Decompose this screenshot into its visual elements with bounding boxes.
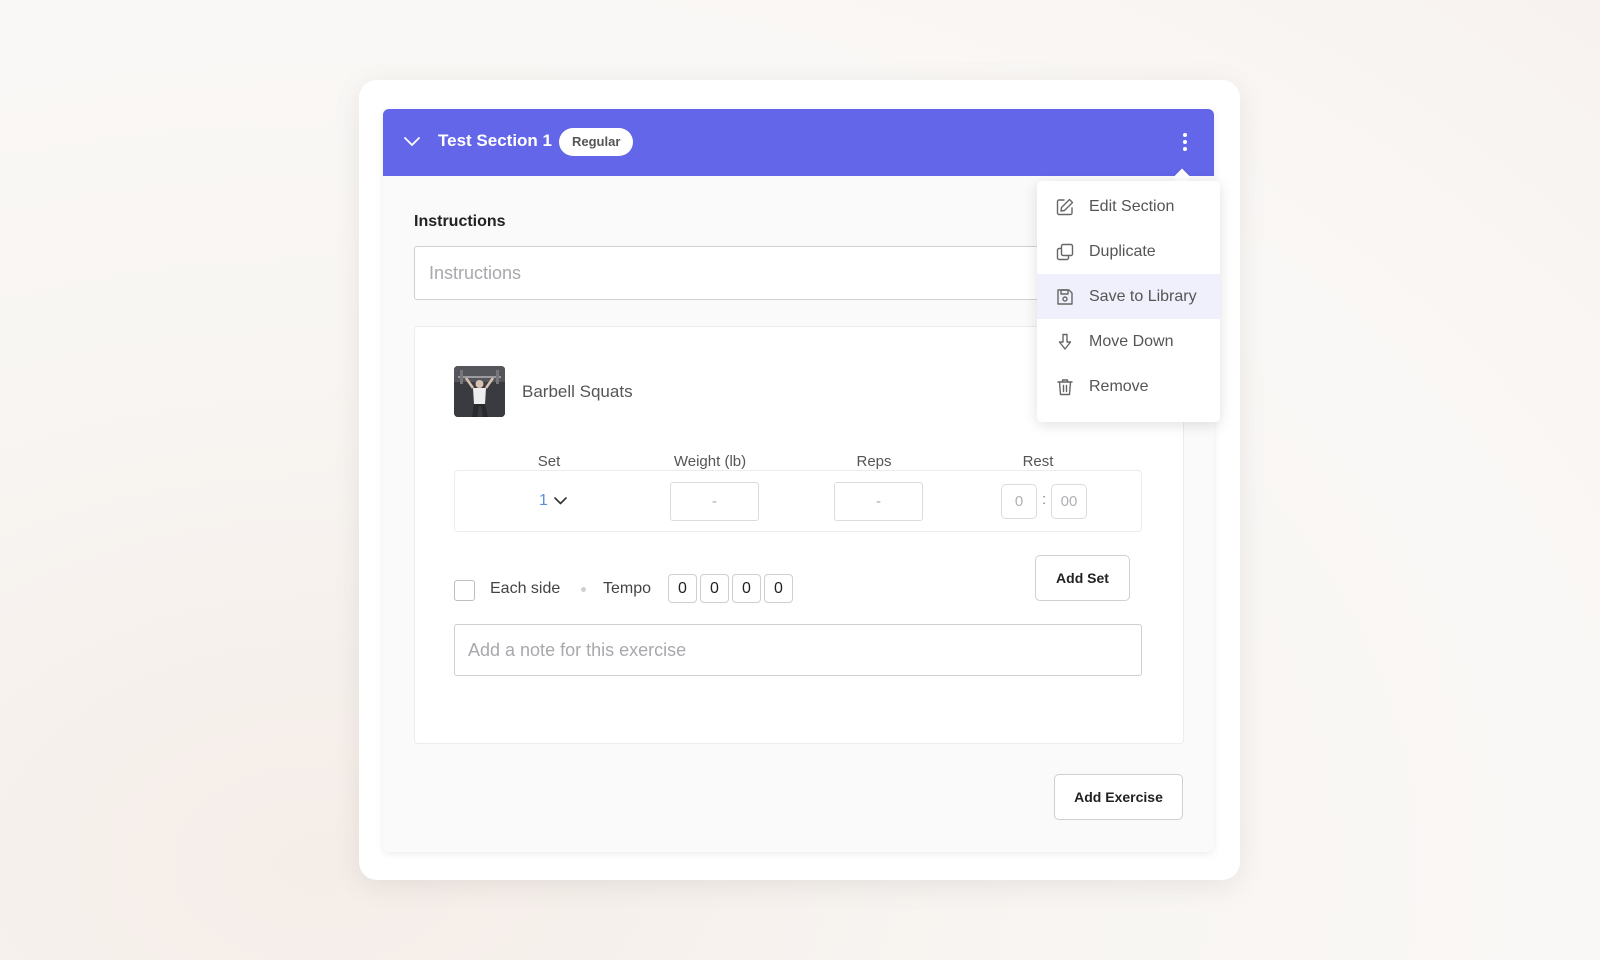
menu-item-duplicate[interactable]: Duplicate <box>1037 229 1220 274</box>
menu-item-label: Save to Library <box>1089 287 1197 305</box>
section-header: Test Section 1 Regular <box>383 109 1214 176</box>
menu-item-label: Remove <box>1089 377 1149 395</box>
more-options-button[interactable] <box>1174 127 1196 157</box>
menu-item-label: Duplicate <box>1089 242 1156 260</box>
instructions-label: Instructions <box>414 213 506 230</box>
menu-item-move-down[interactable]: Move Down <box>1037 319 1220 364</box>
add-set-button[interactable]: Add Set <box>1035 555 1130 601</box>
more-vertical-icon <box>1183 133 1187 137</box>
tempo-input-1[interactable]: 0 <box>668 574 697 603</box>
exercise-name: Barbell Squats <box>522 382 633 401</box>
col-header-rest: Rest <box>1022 453 1054 470</box>
exercise-note-input[interactable] <box>454 624 1142 676</box>
menu-item-label: Edit Section <box>1089 197 1175 215</box>
menu-item-remove[interactable]: Remove <box>1037 364 1220 409</box>
duplicate-icon <box>1055 242 1075 262</box>
section-type-badge: Regular <box>559 128 634 156</box>
set-row: 1 - - 0 : 00 <box>454 470 1142 532</box>
chevron-down-icon <box>554 497 567 505</box>
exercise-thumbnail <box>454 366 505 417</box>
col-header-set: Set <box>537 453 561 470</box>
menu-item-save-to-library[interactable]: Save to Library <box>1037 274 1220 319</box>
chevron-down-icon <box>404 137 420 146</box>
weight-input[interactable]: - <box>670 482 759 521</box>
edit-icon <box>1055 197 1075 217</box>
each-side-label: Each side <box>490 580 561 597</box>
col-header-reps: Reps <box>856 453 892 470</box>
tempo-input-2[interactable]: 0 <box>700 574 729 603</box>
tempo-input-3[interactable]: 0 <box>732 574 761 603</box>
rest-minutes-input[interactable]: 0 <box>1001 484 1037 519</box>
col-header-weight: Weight (lb) <box>673 453 747 470</box>
dot-separator <box>581 587 586 592</box>
tempo-label: Tempo <box>603 580 652 597</box>
rest-separator: : <box>1042 491 1047 508</box>
collapse-toggle[interactable] <box>401 131 423 153</box>
section-title: Test Section 1 <box>438 131 552 150</box>
rest-seconds-input[interactable]: 00 <box>1051 484 1087 519</box>
menu-item-label: Move Down <box>1089 332 1174 350</box>
set-number-select[interactable]: 1 <box>539 492 567 510</box>
save-icon <box>1055 287 1075 307</box>
trash-icon <box>1055 377 1075 397</box>
add-exercise-button[interactable]: Add Exercise <box>1054 774 1183 820</box>
menu-item-edit-section[interactable]: Edit Section <box>1037 184 1220 229</box>
each-side-checkbox[interactable] <box>454 580 475 601</box>
tempo-input-4[interactable]: 0 <box>764 574 793 603</box>
reps-input[interactable]: - <box>834 482 923 521</box>
section-options-menu: Edit Section Duplicate Save to Library M… <box>1037 181 1220 422</box>
set-number: 1 <box>539 492 548 509</box>
arrow-down-icon <box>1055 332 1075 352</box>
